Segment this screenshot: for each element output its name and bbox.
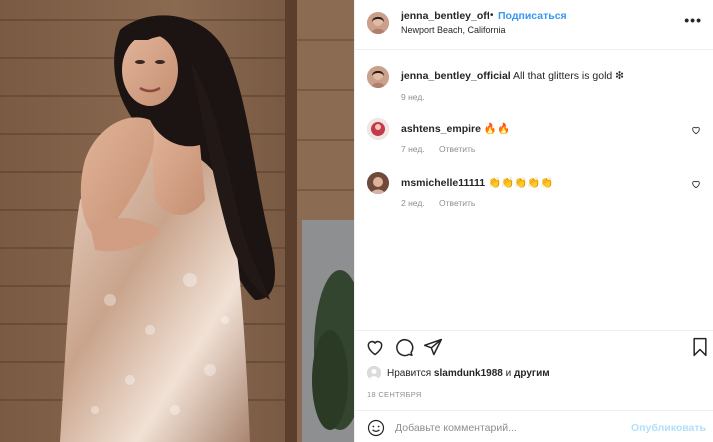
caption-avatar[interactable] — [367, 66, 389, 88]
emoji-icon[interactable] — [367, 419, 385, 437]
comment-input[interactable] — [395, 419, 635, 437]
comment-icon[interactable] — [394, 337, 414, 357]
comment-time[interactable]: 2 нед. — [401, 198, 425, 208]
comment-like-heart-icon[interactable] — [691, 179, 701, 189]
comment-text: ashtens_empire 🔥🔥 — [401, 122, 510, 135]
likes-text: Нравится slamdunk1988 и другим — [387, 368, 550, 379]
likes-conjunction: и — [505, 368, 512, 379]
post-side-panel: jenna_bentley_offici • Подписаться Newpo… — [354, 0, 713, 442]
author-username[interactable]: jenna_bentley_offici — [401, 10, 489, 22]
bookmark-icon[interactable] — [690, 337, 710, 357]
likes-prefix: Нравится — [387, 368, 432, 379]
comment-time[interactable]: 7 нед. — [401, 144, 425, 154]
post-photo[interactable] — [0, 0, 354, 442]
caption-text: jenna_bentley_official All that glitters… — [401, 70, 624, 82]
post-header: jenna_bentley_offici • Подписаться Newpo… — [355, 0, 713, 50]
post-date[interactable]: 18 СЕНТЯБРЯ — [367, 390, 422, 399]
post-location[interactable]: Newport Beach, California — [401, 25, 506, 35]
add-comment-bar: Опубликовать — [355, 410, 713, 442]
header-separator: • — [490, 10, 494, 21]
comment-text: msmichelle11111 👏👏👏👏👏 — [401, 176, 553, 189]
comment-like-heart-icon[interactable] — [691, 125, 701, 135]
author-avatar[interactable] — [367, 12, 389, 34]
caption-meta: 9 нед. — [401, 92, 437, 102]
caption-body: All that glitters is gold ❇ — [513, 70, 624, 82]
caption-username[interactable]: jenna_bentley_official — [401, 70, 511, 82]
liker-username[interactable]: slamdunk1988 — [434, 368, 503, 379]
comment-username[interactable]: msmichelle11111 — [401, 177, 485, 189]
instagram-post-view: jenna_bentley_offici • Подписаться Newpo… — [0, 0, 713, 442]
photo-image — [0, 0, 354, 442]
action-bar — [355, 330, 713, 360]
more-icon[interactable]: ••• — [684, 12, 702, 28]
likes-others-link[interactable]: другим — [514, 368, 550, 379]
share-icon[interactable] — [423, 337, 443, 357]
comment-avatar[interactable] — [367, 172, 389, 194]
heart-icon[interactable] — [365, 337, 385, 357]
comment-username[interactable]: ashtens_empire — [401, 123, 481, 135]
comment-body: 👏👏👏👏👏 — [488, 177, 554, 189]
comment-meta: 2 нед. Ответить — [401, 198, 487, 208]
caption-time[interactable]: 9 нед. — [401, 92, 425, 102]
comment-avatar[interactable] — [367, 118, 389, 140]
reply-button[interactable]: Ответить — [439, 198, 475, 208]
comment-meta: 7 нед. Ответить — [401, 144, 487, 154]
liker-avatar[interactable] — [367, 366, 381, 380]
comment-body: 🔥🔥 — [483, 123, 511, 135]
reply-button[interactable]: Ответить — [439, 144, 475, 154]
publish-button[interactable]: Опубликовать — [631, 422, 706, 434]
follow-button[interactable]: Подписаться — [498, 10, 567, 22]
